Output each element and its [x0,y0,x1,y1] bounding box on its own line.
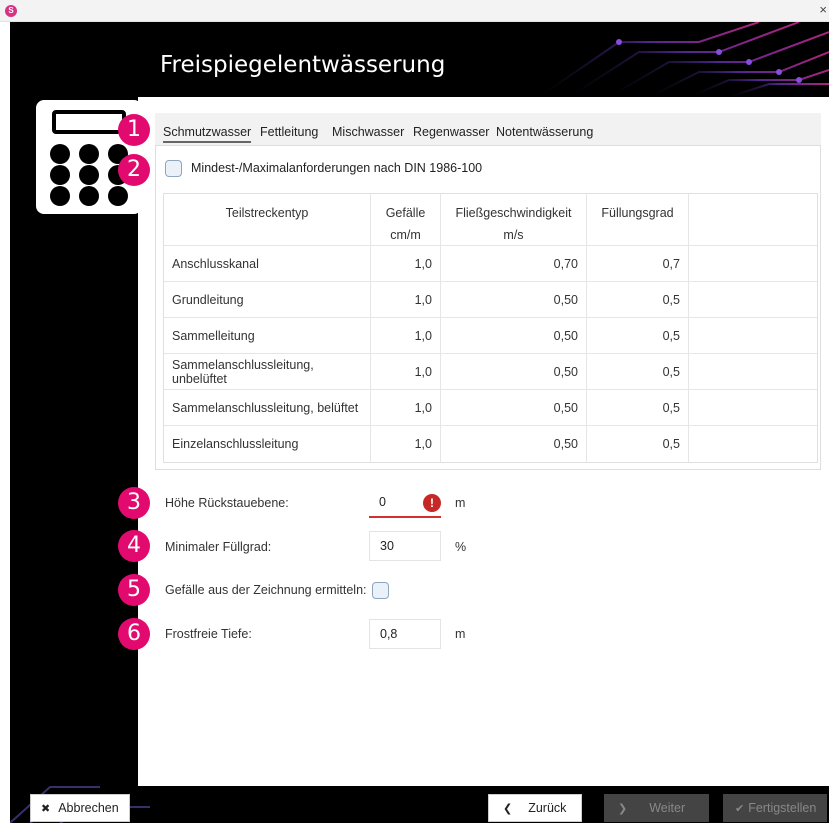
tab-schmutzwasser[interactable]: Schmutzwasser [163,125,252,143]
tab-notentwaesserung[interactable]: Notentwässerung [496,125,593,139]
header-typ: Teilstreckentyp [164,194,371,245]
cell-empty [689,426,819,462]
app-logo-icon: S [5,5,17,17]
cell-fuellungsgrad[interactable]: 0,5 [587,390,689,425]
tab-fettleitung[interactable]: Fettleitung [260,125,318,139]
step-badge-4: 4 [118,530,150,562]
frostfrei-label: Frostfreie Tiefe: [165,627,252,641]
table-header-row: Teilstreckentyp Gefälle cm/m Fließgeschwi… [164,194,817,246]
next-button[interactable]: ❯ Weiter [604,794,709,822]
cell-geschwindigkeit[interactable]: 0,50 [441,354,587,389]
requirements-table: Teilstreckentyp Gefälle cm/m Fließgeschwi… [163,193,818,463]
finish-button-label: Fertigstellen [748,801,817,815]
step-badge-2: 2 [118,154,150,186]
fuellgrad-input[interactable]: 30 [369,531,441,561]
cancel-button[interactable]: ✖ Abbrechen [30,794,130,822]
cell-geschwindigkeit[interactable]: 0,50 [441,426,587,462]
rueckstau-unit: m [455,496,466,510]
cell-gefaelle[interactable]: 1,0 [371,426,441,462]
table-row[interactable]: Grundleitung 1,0 0,50 0,5 [164,282,817,318]
cell-empty [689,318,819,353]
cancel-button-label: Abbrechen [58,801,119,815]
cell-empty [689,390,819,425]
cell-empty [689,282,819,317]
window-titlebar: S × [0,0,829,22]
cell-typ: Sammelanschlussleitung, belüftet [164,390,371,425]
step-badge-3: 3 [118,487,150,519]
chevron-left-icon: ❮ [503,802,513,815]
cell-fuellungsgrad[interactable]: 0,5 [587,354,689,389]
cell-geschwindigkeit[interactable]: 0,50 [441,390,587,425]
cell-typ: Grundleitung [164,282,371,317]
table-row[interactable]: Sammelleitung 1,0 0,50 0,5 [164,318,817,354]
header-fuellungsgrad: Füllungsgrad [587,194,689,245]
din-checkbox[interactable] [165,160,182,177]
circuit-header-art [499,22,829,97]
cell-typ: Anschlusskanal [164,246,371,281]
gefaelle-zeichnung-label: Gefälle aus der Zeichnung ermitteln: [165,583,367,597]
fuellgrad-label: Minimaler Füllgrad: [165,540,272,554]
gefaelle-zeichnung-checkbox[interactable] [372,582,389,599]
back-button-label: Zurück [528,801,567,815]
cell-gefaelle[interactable]: 1,0 [371,354,441,389]
next-button-label: Weiter [649,801,686,815]
cell-geschwindigkeit[interactable]: 0,70 [441,246,587,281]
cell-fuellungsgrad[interactable]: 0,7 [587,246,689,281]
cell-fuellungsgrad[interactable]: 0,5 [587,426,689,462]
finish-button[interactable]: ✔ Fertigstellen [723,794,827,822]
cell-gefaelle[interactable]: 1,0 [371,390,441,425]
cell-fuellungsgrad[interactable]: 0,5 [587,318,689,353]
step-badge-5: 5 [118,574,150,606]
cell-gefaelle[interactable]: 1,0 [371,282,441,317]
cell-gefaelle[interactable]: 1,0 [371,318,441,353]
cell-empty [689,354,819,389]
header-geschwindigkeit: Fließgeschwindigkeit m/s [441,194,587,245]
cell-fuellungsgrad[interactable]: 0,5 [587,282,689,317]
cell-typ: Einzelanschlussleitung [164,426,371,462]
cell-geschwindigkeit[interactable]: 0,50 [441,318,587,353]
chevron-right-icon: ❯ [618,802,628,815]
frostfrei-unit: m [455,627,466,641]
din-checkbox-label: Mindest-/Maximalanforderungen nach DIN 1… [191,161,483,175]
close-icon: ✖ [41,802,51,815]
cell-geschwindigkeit[interactable]: 0,50 [441,282,587,317]
cell-typ: Sammelanschlussleitung, unbelüftet [164,354,371,389]
rueckstau-label: Höhe Rückstauebene: [165,496,289,510]
cell-empty [689,246,819,281]
tab-regenwasser[interactable]: Regenwasser [413,125,489,139]
step-badge-6: 6 [118,618,150,650]
error-icon: ! [423,494,441,512]
table-row[interactable]: Einzelanschlussleitung 1,0 0,50 0,5 [164,426,817,462]
header-gefaelle: Gefälle cm/m [371,194,441,245]
cell-gefaelle[interactable]: 1,0 [371,246,441,281]
tab-mischwasser[interactable]: Mischwasser [332,125,404,139]
table-row[interactable]: Sammelanschlussleitung, unbelüftet 1,0 0… [164,354,817,390]
table-row[interactable]: Anschlusskanal 1,0 0,70 0,7 [164,246,817,282]
step-badge-1: 1 [118,114,150,146]
cell-typ: Sammelleitung [164,318,371,353]
header-empty [689,194,819,245]
table-row[interactable]: Sammelanschlussleitung, belüftet 1,0 0,5… [164,390,817,426]
fuellgrad-unit: % [455,540,467,554]
frostfrei-input[interactable]: 0,8 [369,619,441,649]
check-icon: ✔ [735,802,745,815]
tab-strip: Schmutzwasser Fettleitung Mischwasser Re… [155,113,821,146]
close-icon[interactable]: × [819,2,827,17]
page-title: Freispiegelentwässerung [160,52,446,78]
back-button[interactable]: ❮ Zurück [488,794,582,822]
